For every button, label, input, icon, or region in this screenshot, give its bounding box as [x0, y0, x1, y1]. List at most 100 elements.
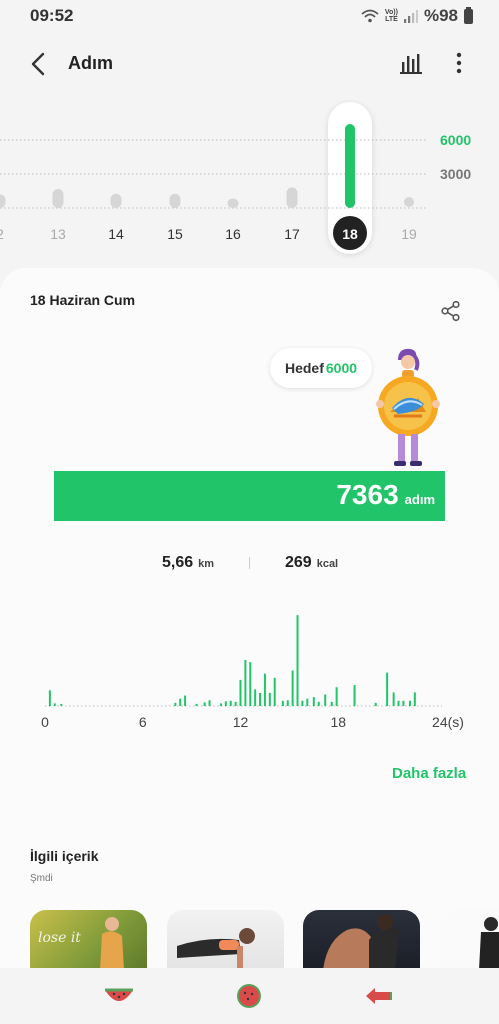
- hourly-bar: [48, 690, 51, 706]
- daily-progress-bar: 7363 adım: [54, 471, 445, 521]
- distance-unit: km: [198, 558, 215, 570]
- calories-stat: 269 kcal: [285, 554, 338, 572]
- hourly-bar: [273, 677, 276, 706]
- hourly-bar: [53, 703, 56, 706]
- hourly-bar: [195, 703, 198, 706]
- day-label-19[interactable]: 19: [401, 226, 417, 242]
- day-label-14[interactable]: 14: [108, 226, 124, 242]
- battery-percent: %98: [423, 6, 458, 25]
- watermelon-slice-icon: [105, 988, 133, 1001]
- day-label-17[interactable]: 17: [284, 226, 300, 242]
- hourly-bar: [208, 700, 211, 706]
- weekly-step-chart[interactable]: 6000 3000 2 13 14 15 16 17 18 19: [0, 100, 499, 260]
- hourly-bar: [291, 670, 294, 706]
- hourly-bar: [312, 697, 315, 706]
- day-bar-17[interactable]: [286, 187, 298, 208]
- step-count: 7363: [336, 479, 399, 510]
- hourly-bar: [254, 689, 257, 706]
- day-label-16[interactable]: 16: [225, 226, 241, 242]
- page-title: Adım: [68, 53, 113, 73]
- wifi-icon: [361, 9, 379, 23]
- distance-stat: 5,66 km: [162, 554, 214, 572]
- day-bar-2[interactable]: [0, 194, 6, 208]
- calories-unit: kcal: [316, 558, 339, 570]
- day-bar-18[interactable]: [345, 124, 355, 208]
- weekly-step-strip[interactable]: 6000 3000 2 13 14 15 16 17 18 19: [0, 100, 499, 260]
- hourly-bar: [286, 700, 289, 706]
- related-card-2[interactable]: [167, 910, 284, 968]
- goal-line-label: 6000: [440, 132, 471, 148]
- signal-icon: [403, 10, 418, 23]
- more-options-button[interactable]: [446, 50, 474, 78]
- hourly-bar: [239, 679, 242, 706]
- day-bar-14[interactable]: [110, 193, 122, 208]
- related-content-carousel[interactable]: lose it: [30, 910, 499, 968]
- hourly-bar: [324, 694, 327, 706]
- progress-readout: 7363 adım: [336, 479, 435, 511]
- related-card-4[interactable]: [439, 910, 499, 968]
- hourly-bar: [259, 692, 262, 706]
- hourly-tick-label: 6: [139, 714, 147, 730]
- bar-chart-icon: [400, 54, 422, 74]
- hourly-tick-label: 0: [41, 714, 49, 730]
- day-bar-16[interactable]: [227, 198, 239, 208]
- hourly-bar: [60, 703, 63, 706]
- hourly-bar: [229, 700, 232, 706]
- day-label-13[interactable]: 13: [50, 226, 66, 242]
- back-arrow-icon: [366, 988, 392, 1004]
- related-card-3[interactable]: [303, 910, 420, 968]
- day-bar-15[interactable]: [169, 193, 181, 208]
- watermelon-home-icon: [237, 984, 261, 1008]
- hourly-bar: [263, 673, 266, 706]
- nav-back-button[interactable]: [362, 982, 396, 1010]
- nav-home-button[interactable]: [232, 982, 266, 1010]
- goal-bubble: Hedef 6000: [270, 348, 372, 388]
- more-details-link[interactable]: Daha fazla: [392, 765, 466, 782]
- nav-recents-button[interactable]: [102, 982, 136, 1010]
- step-unit: adım: [404, 492, 435, 507]
- hourly-bar: [374, 702, 377, 706]
- more-vertical-icon: [456, 52, 462, 74]
- day-label-18[interactable]: 18: [342, 226, 358, 242]
- chart-view-button[interactable]: [398, 50, 426, 78]
- day-label-15[interactable]: 15: [167, 226, 183, 242]
- hourly-bar: [335, 687, 338, 706]
- share-button[interactable]: [440, 300, 464, 324]
- hourly-steps-chart: 0 6 12 18 24(s): [41, 615, 464, 730]
- runner-figure: [100, 917, 124, 968]
- status-time: 09:52: [30, 6, 74, 25]
- network-type-label: Vo)) LTE: [384, 9, 398, 23]
- daily-detail-card: 18 Haziran Cum Hedef 6000 7363 adım 5,66…: [0, 268, 499, 968]
- hourly-bar: [249, 662, 252, 706]
- day-bar-19[interactable]: [404, 197, 414, 207]
- goal-mascot-illustration: [376, 348, 440, 466]
- stat-divider: [249, 557, 250, 569]
- hourly-bar: [317, 701, 320, 706]
- arm-workout-figure: [323, 914, 399, 968]
- related-card-1[interactable]: lose it: [30, 910, 147, 968]
- related-content-title: İlgili içerik: [30, 848, 99, 864]
- hourly-tick-label: 18: [330, 714, 346, 730]
- hourly-bar: [281, 700, 284, 706]
- battery-icon: [464, 6, 473, 24]
- hourly-bar: [392, 692, 395, 706]
- distance-value: 5,66: [162, 554, 194, 571]
- calories-value: 269: [285, 554, 312, 571]
- share-icon: [441, 300, 460, 322]
- hourly-bar: [306, 698, 309, 706]
- hourly-bar: [330, 701, 333, 706]
- hourly-bar: [203, 702, 206, 706]
- hourly-bar: [386, 672, 389, 706]
- status-icons: Vo)) LTE %98: [361, 6, 473, 26]
- mid-line-label: 3000: [440, 166, 471, 182]
- hourly-bar: [413, 692, 416, 706]
- goal-label: Hedef: [284, 360, 324, 376]
- back-button[interactable]: [24, 50, 52, 78]
- day-label-2[interactable]: 2: [0, 226, 4, 242]
- day-bar-13[interactable]: [52, 188, 64, 208]
- system-nav-bar: [0, 968, 499, 1024]
- hourly-tick-label: 12: [233, 714, 249, 730]
- status-bar: 09:52 Vo)) LTE %98: [0, 0, 499, 32]
- person-figure: [479, 917, 499, 968]
- hourly-bar: [224, 701, 227, 706]
